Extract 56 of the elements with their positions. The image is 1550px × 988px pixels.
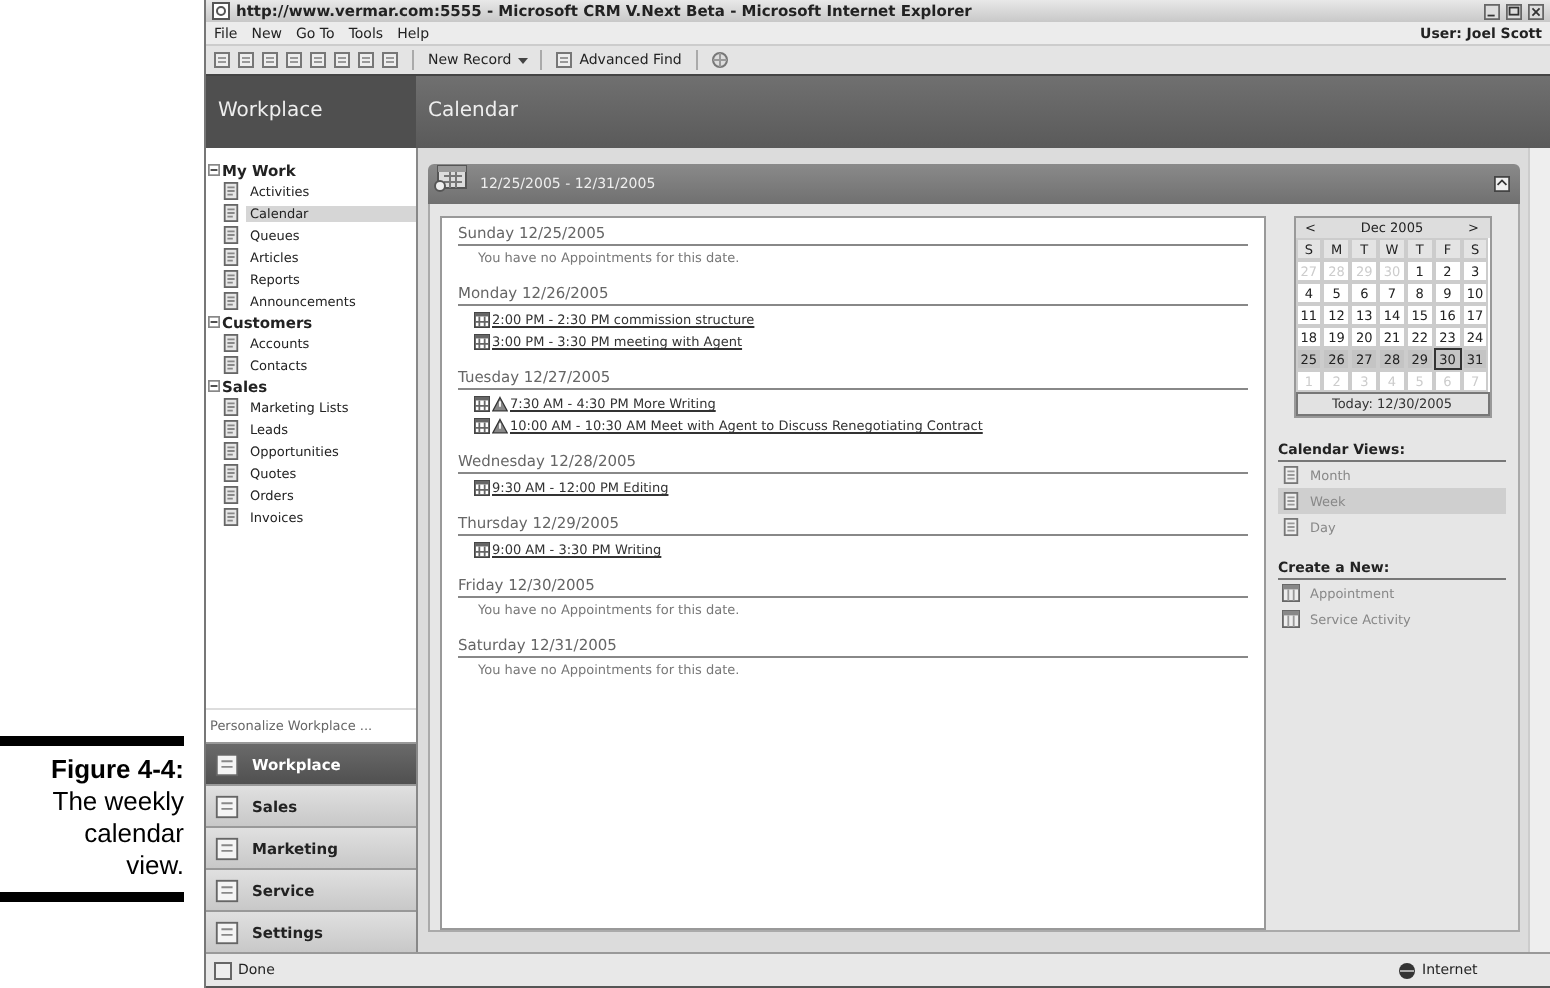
- document-icon: [222, 442, 240, 460]
- document-icon: [1282, 466, 1300, 484]
- document-icon: [222, 248, 240, 266]
- document-icon: [1282, 518, 1300, 536]
- caret-icon[interactable]: [517, 57, 528, 63]
- document-icon: [222, 398, 240, 416]
- page-icon[interactable]: [308, 50, 328, 70]
- collapse-icon[interactable]: [208, 380, 220, 392]
- page-title: Calendar: [426, 98, 518, 126]
- calendar-icon: [474, 396, 490, 412]
- document-icon: [214, 793, 240, 819]
- calendar-icon: [1282, 610, 1300, 628]
- figure-label: Figure 4-4:: [51, 754, 184, 786]
- page-icon[interactable]: [212, 50, 232, 70]
- collapse-icon[interactable]: [208, 164, 220, 176]
- document-icon: [222, 356, 240, 374]
- figure-caption: The weekly calendar view.: [50, 786, 184, 882]
- document-icon: [222, 508, 240, 526]
- close-icon[interactable]: [1528, 3, 1544, 19]
- document-icon: [222, 334, 240, 352]
- globe-icon[interactable]: [709, 50, 730, 70]
- document-icon: [214, 751, 240, 777]
- document-icon: [214, 919, 240, 945]
- page-icon[interactable]: [284, 50, 304, 70]
- page-icon[interactable]: [260, 50, 280, 70]
- document-icon: [222, 464, 240, 482]
- document-icon: [214, 877, 240, 903]
- document-icon: [222, 182, 240, 200]
- scrollbar[interactable]: [1528, 148, 1550, 952]
- calendar-icon: [474, 418, 490, 434]
- page-icon: [214, 961, 232, 979]
- collapse-icon[interactable]: [1494, 176, 1510, 192]
- document-icon: [1282, 492, 1300, 510]
- page-icon[interactable]: [356, 50, 376, 70]
- calendar-icon: [474, 312, 490, 328]
- calendar-icon: [474, 480, 490, 496]
- document-icon: [214, 835, 240, 861]
- calendar-icon: [474, 542, 490, 558]
- document-icon: [222, 270, 240, 288]
- calendar-icon: [432, 164, 468, 192]
- document-icon: [222, 204, 240, 222]
- page-icon[interactable]: [380, 50, 400, 70]
- calendar-icon: [474, 334, 490, 350]
- document-icon: [222, 420, 240, 438]
- collapse-icon[interactable]: [208, 316, 220, 328]
- browser-icon: [212, 2, 230, 20]
- document-icon: [222, 292, 240, 310]
- calendar-icon: [1282, 584, 1300, 602]
- maximize-icon[interactable]: [1506, 3, 1522, 19]
- document-icon: [222, 486, 240, 504]
- page-icon[interactable]: [236, 50, 256, 70]
- document-icon: [222, 226, 240, 244]
- area-title: Workplace: [206, 76, 416, 148]
- minimize-icon[interactable]: [1484, 3, 1500, 19]
- globe-icon: [1398, 961, 1416, 979]
- page-icon[interactable]: [332, 50, 352, 70]
